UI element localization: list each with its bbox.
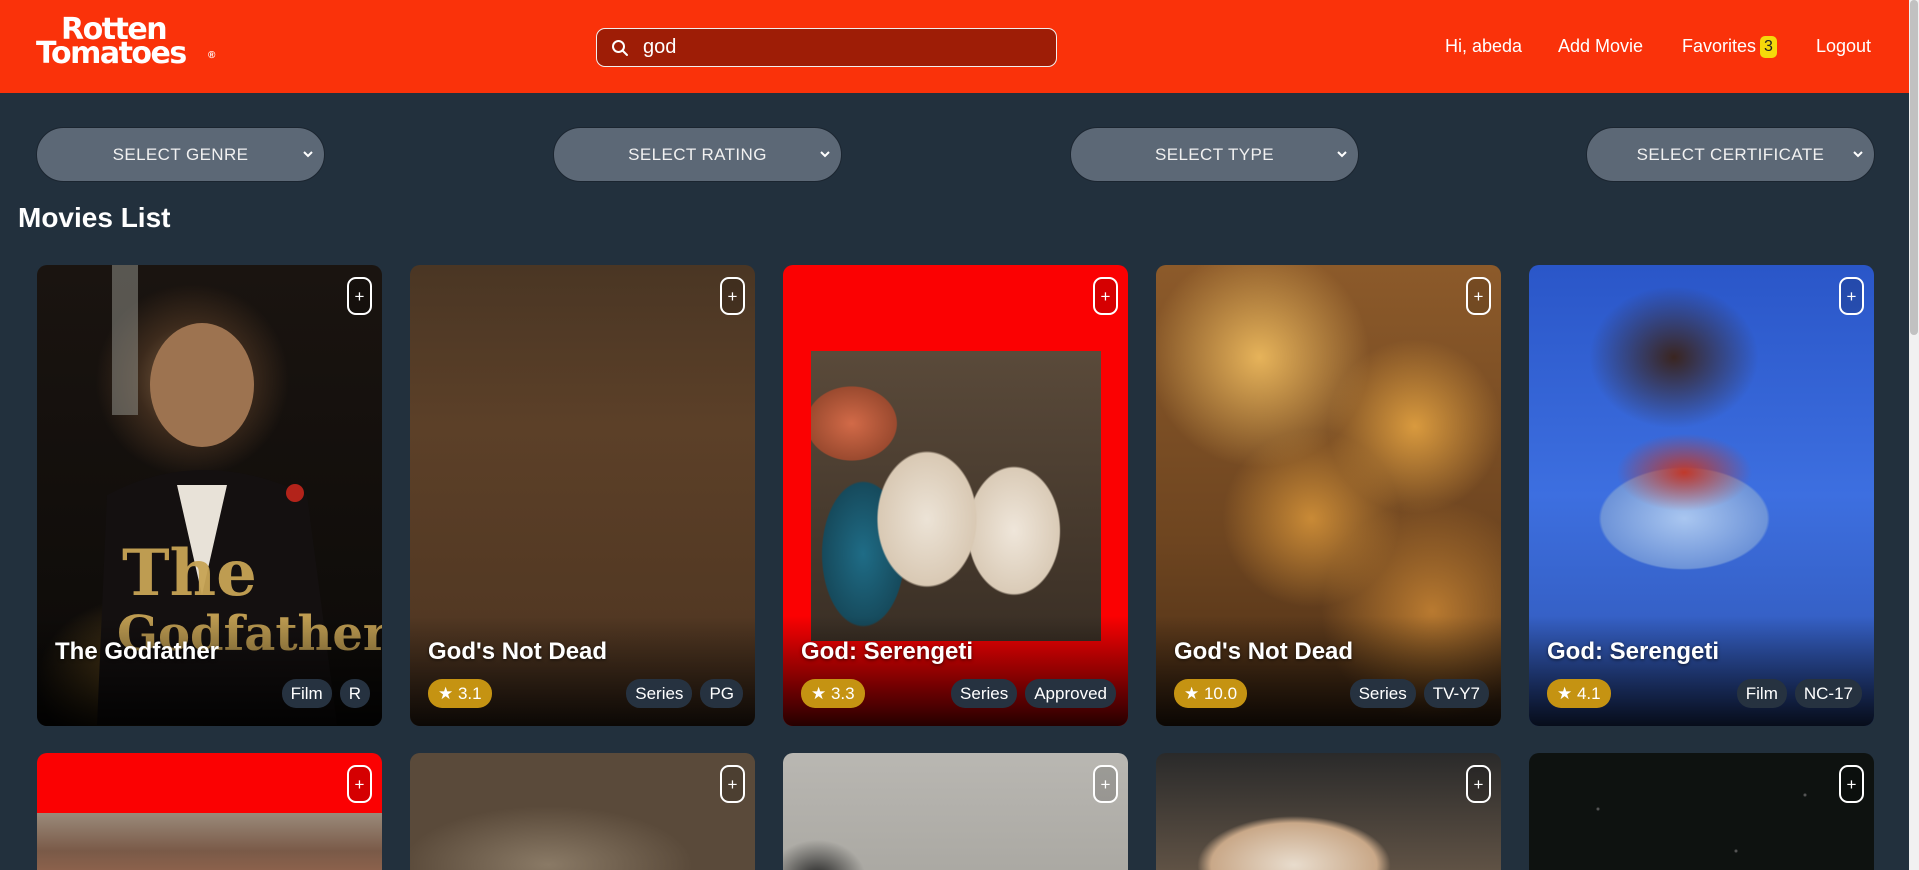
logout-link[interactable]: Logout [1816,0,1871,93]
rating-select-label: SELECT RATING [628,144,767,164]
add-movie-link[interactable]: Add Movie [1558,0,1643,93]
scrollbar-thumb[interactable] [1910,0,1918,335]
add-favorite-button[interactable]: + [1093,765,1118,803]
chevron-down-icon [820,151,830,158]
movie-card[interactable]: + [410,753,755,870]
certificate-badge: PG [700,679,743,708]
logo-line-2: Tomatoes [36,36,187,71]
movie-tags: Series TV-Y7 [1349,679,1489,708]
chevron-down-icon [303,151,313,158]
movie-card[interactable]: + [1156,753,1501,870]
rating-badge: ★ 4.1 [1547,679,1611,708]
user-greeting[interactable]: Hi, abeda [1445,0,1522,93]
favorites-count-badge: 3 [1760,35,1777,58]
top-header: Rotten Tomatoes ® Hi, abeda Add Movie Fa… [0,0,1909,93]
card-overlay [1156,616,1501,726]
movie-tags: Series Approved [951,679,1116,708]
rotten-tomatoes-logo[interactable]: Rotten Tomatoes ® [36,15,216,74]
certificate-badge: NC-17 [1794,679,1862,708]
rating-badge: ★ 10.0 [1174,679,1248,708]
movie-title: The Godfather [55,638,220,665]
card-overlay [37,616,382,726]
rating-badge: ★ 3.1 [428,679,492,708]
search-icon [612,39,628,56]
movie-card[interactable]: The Godfather + The Godfather Film R [37,265,382,726]
add-favorite-button[interactable]: + [720,765,745,803]
search-bar[interactable] [596,28,1057,67]
card-overlay [1529,616,1874,726]
certificate-badge: R [339,679,370,708]
type-badge: Series [626,679,693,708]
chevron-down-icon [1337,151,1347,158]
add-favorite-button[interactable]: + [720,277,745,315]
chevron-down-icon [1853,151,1863,158]
search-input[interactable] [643,36,1023,59]
movie-card[interactable]: + [37,753,382,870]
movie-title: God's Not Dead [1174,638,1354,665]
movie-poster [783,753,1128,870]
add-favorite-button[interactable]: + [1839,765,1864,803]
rating-select[interactable]: SELECT RATING [553,127,842,182]
favorites-label: Favorites [1682,36,1757,56]
type-badge: Film [281,679,332,708]
page-scrollbar[interactable] [1909,0,1919,870]
movie-poster [1156,753,1501,870]
movie-card[interactable]: + God: Serengeti ★ 4.1 Film NC-17 [1529,265,1874,726]
type-badge: Series [1349,679,1416,708]
favorites-link[interactable]: Favorites 3 [1682,0,1777,93]
certificate-select[interactable]: SELECT CERTIFICATE [1586,127,1875,182]
certificate-select-label: SELECT CERTIFICATE [1636,144,1825,164]
card-overlay [410,616,755,726]
movie-tags: Film R [281,679,370,708]
movie-card[interactable]: + God's Not Dead ★ 3.1 Series PG [410,265,755,726]
movie-title: God: Serengeti [1547,638,1720,665]
type-select[interactable]: SELECT TYPE [1070,127,1359,182]
logo-registered-mark: ® [208,50,216,61]
svg-text:The: The [122,536,257,611]
movie-poster [410,753,755,870]
section-title: Movies List [18,202,171,233]
movie-tags: Series PG [626,679,743,708]
movie-poster [1529,753,1874,870]
certificate-badge: Approved [1025,679,1116,708]
movie-card[interactable]: + [1529,753,1874,870]
type-badge: Series [951,679,1018,708]
certificate-badge: TV-Y7 [1423,679,1489,708]
rating-badge: ★ 3.3 [801,679,865,708]
movie-card[interactable]: + [783,753,1128,870]
add-favorite-button[interactable]: + [1466,277,1491,315]
movie-card[interactable]: + God's Not Dead ★ 10.0 Series TV-Y7 [1156,265,1501,726]
poster-image-cats [811,351,1101,641]
movie-tags: Film NC-17 [1736,679,1862,708]
add-favorite-button[interactable]: + [347,765,372,803]
genre-select-label: SELECT GENRE [112,144,249,164]
type-select-label: SELECT TYPE [1154,144,1275,164]
movie-card[interactable]: + God: Serengeti ★ 3.3 Series Approved [783,265,1128,726]
add-favorite-button[interactable]: + [347,277,372,315]
movie-title: God's Not Dead [428,638,608,665]
movie-title: God: Serengeti [801,638,974,665]
add-favorite-button[interactable]: + [1466,765,1491,803]
add-favorite-button[interactable]: + [1093,277,1118,315]
card-overlay [783,616,1128,726]
type-badge: Film [1736,679,1787,708]
add-favorite-button[interactable]: + [1839,277,1864,315]
movie-poster [37,753,382,870]
genre-select[interactable]: SELECT GENRE [36,127,325,182]
